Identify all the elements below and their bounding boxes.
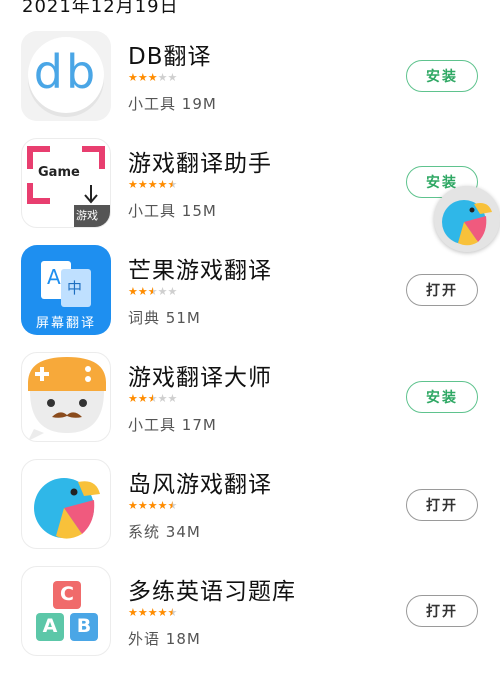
rating-stars: ★★★★★ [128, 606, 178, 619]
rating-stars: ★★★★★ [128, 499, 178, 512]
app-size: 15M [181, 202, 217, 220]
app-list-item[interactable]: C A B 多练英语习题库 ★★★★★ 外语 18M 打开 [0, 566, 500, 673]
app-size: 34M [165, 523, 201, 541]
app-meta: 小工具 17M [128, 414, 217, 435]
abc-blocks-icon: C A B [21, 566, 111, 656]
app-category: 外语 [128, 630, 161, 648]
app-meta: 系统 34M [128, 521, 201, 542]
app-name[interactable]: 多练英语习题库 [128, 572, 296, 606]
rating-stars: ★★★★★ [128, 285, 178, 298]
app-category: 小工具 [128, 416, 177, 434]
mango-icon-caption: 屏幕翻译 [35, 316, 96, 331]
open-button[interactable]: 打开 [406, 489, 478, 521]
daofeng-parrot-icon [21, 459, 111, 549]
open-button[interactable]: 打开 [406, 274, 478, 306]
app-size: 18M [165, 630, 201, 648]
mango-icon-letter-a: A [47, 265, 61, 289]
app-category: 小工具 [128, 95, 177, 113]
game-translate-master-icon [21, 352, 111, 442]
block-letter-c: C [60, 583, 74, 605]
app-size: 19M [181, 95, 217, 113]
app-name[interactable]: 芒果游戏翻译 [128, 251, 272, 285]
block-letter-b: B [76, 615, 92, 637]
mango-game-translate-icon: A 中 屏幕翻译 [21, 245, 111, 335]
app-list-item[interactable]: Game 游戏 游戏翻译助手 ★★★★★ 小工具 15M 安装 [0, 138, 500, 245]
app-meta: 小工具 15M [128, 200, 217, 221]
app-name[interactable]: 游戏翻译大师 [128, 358, 272, 392]
app-meta: 小工具 19M [128, 93, 217, 114]
app-list-item[interactable]: A 中 屏幕翻译 芒果游戏翻译 ★★★★★ 词典 51M 打开 [0, 245, 500, 352]
app-list-item[interactable]: 岛风游戏翻译 ★★★★★ 系统 34M 打开 [0, 459, 500, 566]
app-list-item[interactable]: db DB翻译 ★★★★★ 小工具 19M 安装 [0, 31, 500, 138]
app-size: 51M [165, 309, 201, 327]
app-name[interactable]: 岛风游戏翻译 [128, 465, 272, 499]
game-icon-text: Game [38, 165, 80, 180]
app-category: 系统 [128, 523, 161, 541]
app-meta: 外语 18M [128, 628, 201, 649]
open-button[interactable]: 打开 [406, 595, 478, 627]
db-translate-icon: db [21, 31, 111, 121]
rating-stars: ★★★★★ [128, 71, 178, 84]
status-bar-date: 2021年12月19日 [22, 0, 179, 17]
install-button[interactable]: 安装 [406, 60, 478, 92]
app-size: 17M [181, 416, 217, 434]
app-list-item[interactable]: 游戏翻译大师 ★★★★★ 小工具 17M 安装 [0, 352, 500, 459]
game-icon-badge: 游戏 [76, 209, 98, 222]
parrot-float-icon[interactable] [434, 186, 500, 252]
app-name[interactable]: 游戏翻译助手 [128, 144, 272, 178]
install-button[interactable]: 安装 [406, 381, 478, 413]
block-letter-a: A [42, 615, 58, 637]
rating-stars: ★★★★★ [128, 392, 178, 405]
game-translate-helper-icon: Game 游戏 [21, 138, 111, 228]
rating-stars: ★★★★★ [128, 178, 178, 191]
app-meta: 词典 51M [128, 307, 201, 328]
app-name[interactable]: DB翻译 [128, 37, 212, 71]
db-icon-text: db [33, 45, 99, 99]
app-category: 词典 [128, 309, 161, 327]
mango-icon-letter-zh: 中 [67, 279, 83, 297]
app-category: 小工具 [128, 202, 177, 220]
